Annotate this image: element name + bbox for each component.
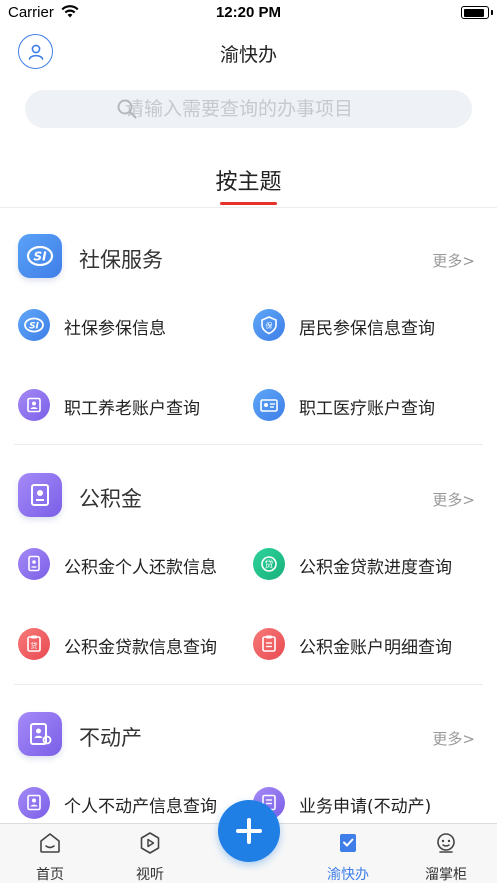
shield-icon: 保 (253, 309, 285, 341)
svg-text:SI: SI (29, 322, 39, 332)
social-insurance-icon: SI (18, 309, 50, 341)
property-info-icon (18, 787, 50, 819)
tab-media[interactable]: 视听 (110, 824, 190, 883)
tab-label: 渝快办 (327, 867, 369, 883)
tab-label: 溜掌柜 (425, 867, 467, 883)
list-item-loan-progress[interactable]: 贷 公积金贷款进度查询 (253, 545, 483, 585)
item-label: 公积金个人还款信息 (64, 558, 217, 578)
divider (0, 207, 497, 208)
tab-home[interactable]: 首页 (10, 824, 90, 883)
housing-fund-icon (18, 473, 62, 517)
item-label: 公积金贷款进度查询 (299, 558, 452, 578)
status-time: 12:20 PM (215, 4, 282, 21)
battery-level (463, 8, 484, 17)
svg-text:贷: 贷 (264, 559, 273, 571)
section-title: 公积金 (79, 487, 142, 511)
battery-icon (461, 6, 493, 19)
more-link[interactable]: 更多> (432, 728, 475, 749)
real-estate-icon (18, 712, 62, 756)
account-detail-icon (253, 628, 285, 660)
list-item-medical-account[interactable]: 职工医疗账户查询 (253, 386, 483, 426)
page-title: 渝快办 (219, 44, 277, 66)
list-item-social-info[interactable]: SI 社保参保信息 (18, 306, 248, 346)
tab-label: 首页 (36, 867, 64, 883)
medical-card-icon (253, 389, 285, 421)
plus-icon (236, 818, 262, 844)
list-item-repayment-info[interactable]: 公积金个人还款信息 (18, 545, 248, 585)
item-label: 社保参保信息 (64, 319, 166, 339)
divider (14, 684, 483, 685)
play-icon (140, 832, 160, 854)
search-icon (117, 99, 137, 119)
list-item-business-application[interactable]: 业务申请(不动产) (253, 784, 483, 824)
checklist-icon (340, 834, 356, 852)
section-title: 不动产 (79, 726, 142, 750)
item-label: 公积金贷款信息查询 (64, 638, 217, 658)
list-item-account-detail[interactable]: 公积金账户明细查询 (253, 625, 483, 665)
tab-label: 视听 (136, 867, 164, 883)
divider (14, 444, 483, 445)
item-label: 职工医疗账户查询 (299, 399, 435, 419)
tab-active-indicator (220, 202, 277, 205)
search-bar[interactable] (25, 90, 472, 128)
item-label: 居民参保信息查询 (299, 319, 435, 339)
loan-info-icon: 贷 (18, 628, 50, 660)
item-label: 职工养老账户查询 (64, 399, 200, 419)
list-item-property-info[interactable]: 个人不动产信息查询 (18, 784, 248, 824)
tab-yukuaiban[interactable]: 渝快办 (308, 824, 388, 883)
list-item-pension-account[interactable]: 职工养老账户查询 (18, 386, 248, 426)
pension-account-icon (18, 389, 50, 421)
add-button[interactable] (218, 800, 280, 862)
section-title: 社保服务 (79, 248, 163, 272)
section-header: SI 社保服务 更多> (0, 230, 497, 290)
svg-text:SI: SI (33, 250, 47, 264)
item-label: 公积金账户明细查询 (299, 638, 452, 658)
status-bar: Carrier 12:20 PM (0, 0, 497, 26)
item-label: 个人不动产信息查询 (64, 797, 217, 817)
social-insurance-icon: SI (18, 234, 62, 278)
item-label: 业务申请(不动产) (299, 797, 432, 817)
more-link[interactable]: 更多> (432, 250, 475, 271)
more-link[interactable]: 更多> (432, 489, 475, 510)
home-icon (40, 833, 60, 853)
robot-icon (437, 833, 455, 853)
list-item-loan-info[interactable]: 贷 公积金贷款信息查询 (18, 625, 248, 665)
repayment-doc-icon (18, 548, 50, 580)
svg-text:贷: 贷 (31, 641, 38, 650)
list-item-resident-insurance[interactable]: 保 居民参保信息查询 (253, 306, 483, 346)
svg-text:保: 保 (266, 321, 273, 330)
section-header: 不动产 更多> (0, 708, 497, 768)
tab-assistant[interactable]: 溜掌柜 (406, 824, 486, 883)
search-input[interactable] (91, 98, 472, 120)
tab-by-theme[interactable]: 按主题 (0, 164, 497, 196)
loan-progress-icon: 贷 (253, 548, 285, 580)
section-header: 公积金 更多> (0, 469, 497, 529)
